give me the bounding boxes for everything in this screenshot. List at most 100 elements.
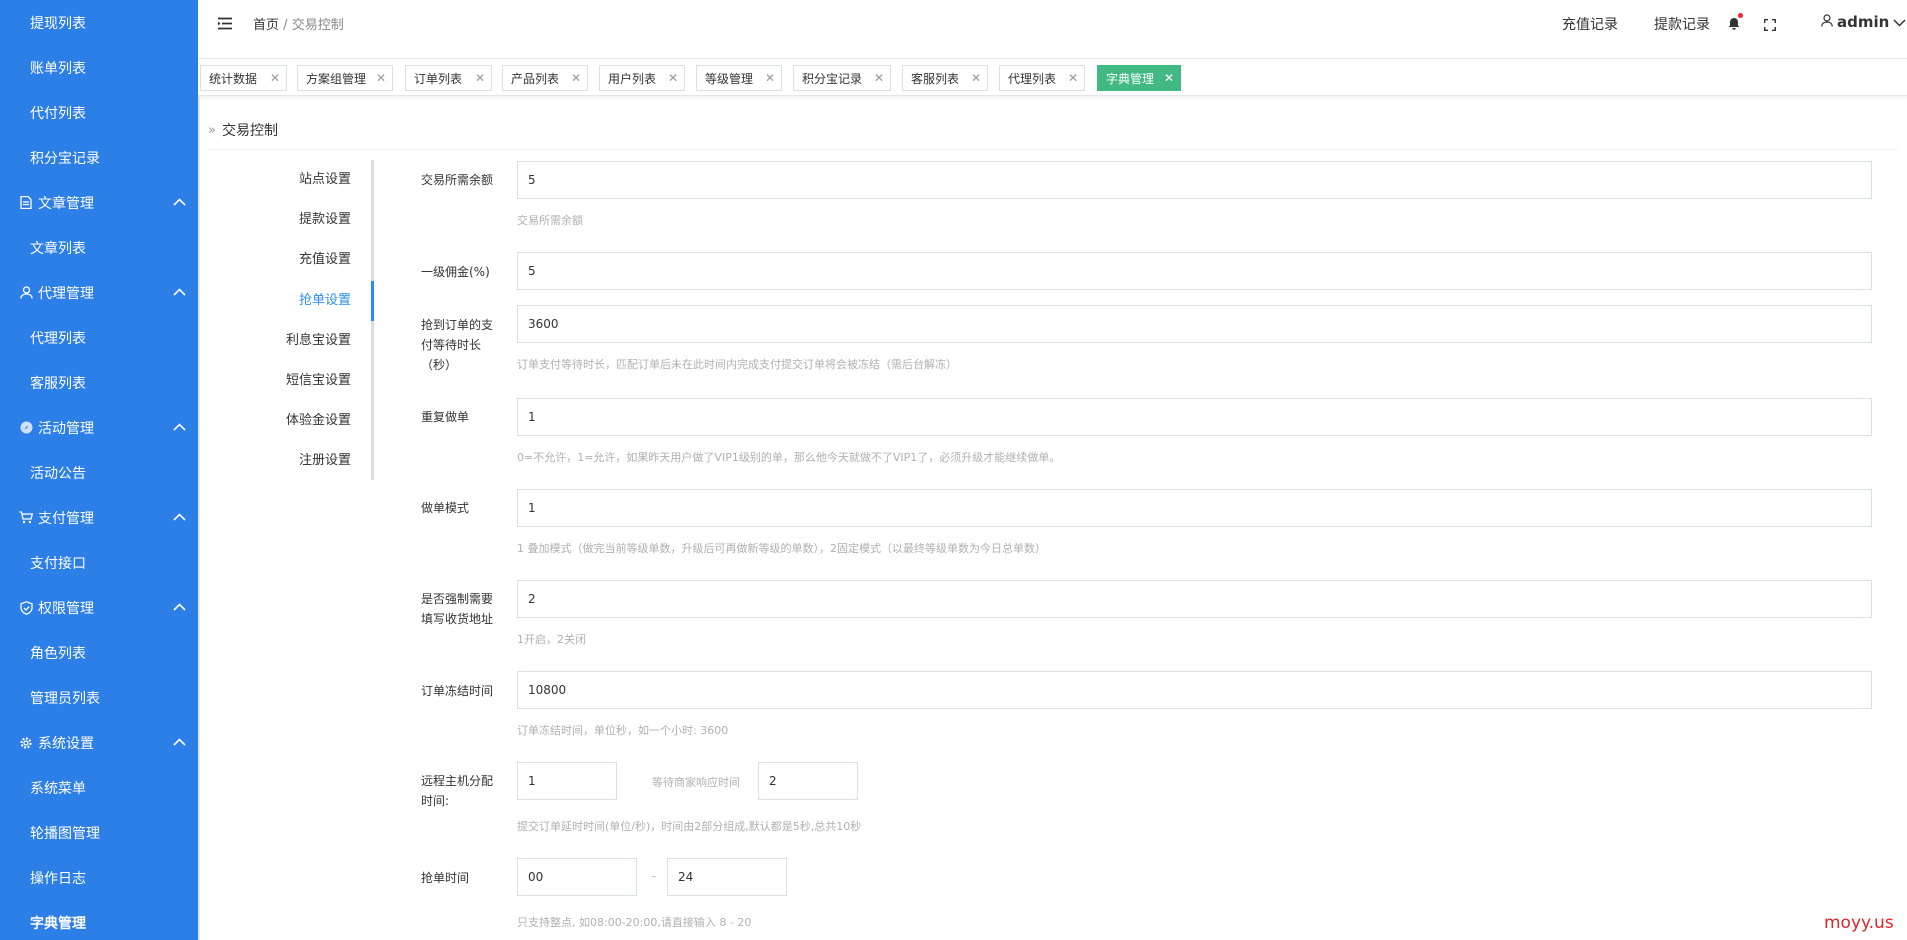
remote-host-input[interactable]: 1 (517, 762, 617, 800)
close-icon[interactable]: ✕ (765, 72, 775, 84)
tab-levels[interactable]: 等级管理 ✕ (696, 65, 782, 91)
close-icon[interactable]: ✕ (1068, 72, 1078, 84)
sidebar-item-label: 代付列表 (30, 105, 86, 122)
sidebar-item-bill-list[interactable]: 账单列表 (0, 45, 198, 90)
subnav-active-indicator (371, 281, 374, 321)
close-icon[interactable]: ✕ (874, 72, 884, 84)
sidebar-group-permissions[interactable]: 权限管理 (0, 585, 198, 630)
close-icon[interactable]: ✕ (571, 72, 581, 84)
tab-plan-group[interactable]: 方案组管理 ✕ (297, 65, 393, 91)
tab-agents[interactable]: 代理列表 ✕ (999, 65, 1085, 91)
pay-wait-input[interactable]: 3600 (517, 305, 1872, 343)
subnav-trial-fund[interactable]: 体验金设置 (201, 401, 351, 441)
subnav-register[interactable]: 注册设置 (201, 441, 351, 481)
sidebar-item-service-list[interactable]: 客服列表 (0, 360, 198, 405)
subnav-withdraw[interactable]: 提款设置 (201, 200, 351, 240)
mode-input[interactable]: 1 (517, 489, 1872, 527)
balance-input[interactable]: 5 (517, 161, 1872, 199)
repeat-input[interactable]: 1 (517, 398, 1872, 436)
sidebar-item-role-list[interactable]: 角色列表 (0, 630, 198, 675)
sidebar-group-articles[interactable]: 文章管理 (0, 180, 198, 225)
sidebar-group-label: 活动管理 (38, 420, 94, 437)
chevron-up-icon (173, 599, 186, 615)
subnav-sms[interactable]: 短信宝设置 (201, 361, 351, 401)
sidebar-group-label: 支付管理 (38, 510, 94, 527)
address-hint: 1开启，2关闭 (517, 633, 586, 646)
close-icon[interactable]: ✕ (1164, 72, 1174, 84)
withdraw-record-link[interactable]: 提款记录 (1654, 14, 1710, 34)
sidebar-group-label: 权限管理 (38, 600, 94, 617)
pay-wait-label: 抢到订单的支付等待时长（秒） (421, 318, 494, 372)
user-menu[interactable]: admin (1821, 13, 1906, 31)
commission-input[interactable]: 5 (517, 252, 1872, 290)
double-chevron-icon: » (208, 122, 216, 138)
address-input[interactable]: 2 (517, 580, 1872, 618)
grab-time-hint: 只支持整点, 如08:00-20:00,请直接输入 8 - 20 (517, 916, 752, 929)
sidebar-item-payment-api[interactable]: 支付接口 (0, 540, 198, 585)
sidebar-group-payment[interactable]: 支付管理 (0, 495, 198, 540)
breadcrumb-home[interactable]: 首页 (253, 18, 279, 33)
freeze-hint: 订单冻结时间，单位秒，如一个小时: 3600 (517, 724, 729, 737)
tab-label: 代理列表 (1008, 71, 1057, 86)
subnav-grab-order[interactable]: 抢单设置 (201, 281, 351, 321)
tab-products[interactable]: 产品列表 ✕ (502, 65, 588, 91)
compass-icon (18, 421, 34, 434)
notification-dot (1738, 13, 1743, 18)
remote-hint: 提交订单延时时间(单位/秒)，时间由2部分组成,默认都是5秒,总共10秒 (517, 820, 862, 833)
grab-time-start-input[interactable]: 00 (517, 858, 637, 896)
sidebar-item-label: 文章列表 (30, 240, 86, 257)
sidebar-item-points-record[interactable]: 积分宝记录 (0, 135, 198, 180)
sidebar-item-announcement[interactable]: 活动公告 (0, 450, 198, 495)
sidebar-item-label: 账单列表 (30, 60, 86, 77)
sidebar-item-operation-log[interactable]: 操作日志 (0, 855, 198, 900)
close-icon[interactable]: ✕ (376, 72, 386, 84)
sidebar-item-banner[interactable]: 轮播图管理 (0, 810, 198, 855)
sidebar-item-article-list[interactable]: 文章列表 (0, 225, 198, 270)
sidebar-item-dictionary[interactable]: 字典管理 (0, 900, 198, 940)
merchant-wait-input[interactable]: 2 (758, 762, 858, 800)
tab-dictionary[interactable]: 字典管理 ✕ (1097, 65, 1181, 91)
user-avatar-icon (1821, 13, 1833, 31)
balance-hint: 交易所需余额 (517, 214, 583, 227)
tab-service[interactable]: 客服列表 ✕ (902, 65, 988, 91)
sidebar-item-label: 代理列表 (30, 330, 86, 347)
chevron-up-icon (173, 284, 186, 300)
tab-points[interactable]: 积分宝记录 ✕ (793, 65, 891, 91)
section-title-text: 交易控制 (221, 123, 278, 139)
close-icon[interactable]: ✕ (270, 72, 280, 84)
sidebar-group-system[interactable]: 系统设置 (0, 720, 198, 765)
sidebar-item-label: 管理员列表 (30, 690, 100, 707)
chevron-up-icon (173, 509, 186, 525)
close-icon[interactable]: ✕ (971, 72, 981, 84)
remote-label: 远程主机分配时间: (421, 774, 494, 808)
sidebar-item-withdraw-list[interactable]: 提现列表 (0, 0, 198, 45)
freeze-input[interactable]: 10800 (517, 671, 1872, 709)
sidebar-item-agent-list[interactable]: 代理列表 (0, 315, 198, 360)
sidebar-item-label: 客服列表 (30, 375, 86, 392)
tab-label: 订单列表 (414, 71, 463, 86)
subnav-interest[interactable]: 利息宝设置 (201, 321, 351, 361)
fullscreen-icon[interactable] (1763, 16, 1777, 35)
bell-icon[interactable] (1728, 13, 1743, 34)
balance-label: 交易所需余额 (421, 173, 494, 187)
subnav-recharge[interactable]: 充值设置 (201, 240, 351, 280)
sidebar-group-agents[interactable]: 代理管理 (0, 270, 198, 315)
tab-stats[interactable]: 统计数据 ✕ (200, 65, 287, 91)
tab-label: 用户列表 (608, 71, 657, 86)
sidebar-item-label: 支付接口 (30, 555, 86, 572)
sidebar-item-system-menu[interactable]: 系统菜单 (0, 765, 198, 810)
breadcrumb: 首页 / 交易控制 (253, 14, 344, 33)
tab-orders[interactable]: 订单列表 ✕ (405, 65, 492, 91)
menu-toggle-icon[interactable] (218, 15, 233, 34)
subnav-site[interactable]: 站点设置 (201, 160, 351, 200)
close-icon[interactable]: ✕ (475, 72, 485, 84)
recharge-record-link[interactable]: 充值记录 (1562, 14, 1618, 34)
tab-label: 产品列表 (511, 71, 560, 86)
sidebar-item-payout-list[interactable]: 代付列表 (0, 90, 198, 135)
tab-users[interactable]: 用户列表 ✕ (599, 65, 685, 91)
sidebar-item-admin-list[interactable]: 管理员列表 (0, 675, 198, 720)
grab-time-end-input[interactable]: 24 (667, 858, 787, 896)
close-icon[interactable]: ✕ (668, 72, 678, 84)
sidebar-group-activities[interactable]: 活动管理 (0, 405, 198, 450)
app-root: 提现列表 账单列表 代付列表 积分宝记录 文章管理 文章列表 代理管理 代理列表… (0, 0, 1907, 940)
